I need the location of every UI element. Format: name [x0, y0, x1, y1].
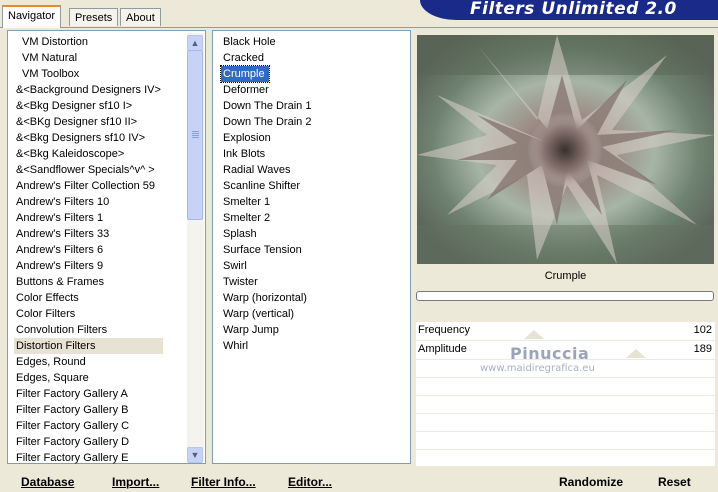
- empty-slider-slot: [416, 378, 715, 396]
- category-list-item[interactable]: &<Bkg Kaleidoscope>: [14, 146, 163, 162]
- filter-list-item[interactable]: Warp (vertical): [221, 306, 313, 322]
- category-list-item[interactable]: Filter Factory Gallery D: [14, 434, 163, 450]
- category-list-item[interactable]: Andrew's Filters 1: [14, 210, 163, 226]
- grip-icon: [192, 131, 199, 132]
- slider-label: Amplitude: [418, 343, 467, 355]
- reset-button[interactable]: Reset: [658, 475, 691, 489]
- filter-list-item[interactable]: Explosion: [221, 130, 313, 146]
- filter-info-button[interactable]: Filter Info...: [191, 475, 256, 489]
- filter-list-item[interactable]: Down The Drain 1: [221, 98, 313, 114]
- category-list-panel: VM Distortion VM Natural VM Toolbox &<Backg…: [7, 30, 206, 464]
- filter-list-item[interactable]: Crumple: [220, 65, 270, 83]
- category-list-item[interactable]: VM Toolbox: [14, 66, 163, 82]
- category-list-item[interactable]: &<Bkg Designers sf10 IV>: [14, 130, 163, 146]
- category-list-item[interactable]: &<Bkg Designer sf10 I>: [14, 98, 163, 114]
- category-list-item[interactable]: &<Background Designers IV>: [14, 82, 163, 98]
- category-scrollbar[interactable]: ▲ ▼: [187, 33, 204, 463]
- tab-about[interactable]: About: [120, 8, 161, 26]
- filter-list-item[interactable]: Swirl: [221, 258, 313, 274]
- empty-slider-slot: [416, 396, 715, 414]
- filter-list-item[interactable]: Scanline Shifter: [221, 178, 313, 194]
- category-list-item[interactable]: Andrew's Filters 9: [14, 258, 163, 274]
- selected-filter-name: Crumple: [544, 270, 587, 282]
- category-list-item[interactable]: VM Natural: [14, 50, 163, 66]
- tab-navigator[interactable]: Navigator: [2, 5, 62, 28]
- filter-list-item[interactable]: Splash: [221, 226, 313, 242]
- empty-slider-slot: [416, 414, 715, 432]
- slider-value: 189: [693, 343, 712, 355]
- slider-indicator: [524, 330, 544, 339]
- filter-list-item[interactable]: Deformer: [221, 82, 313, 98]
- filter-list-item[interactable]: Radial Waves: [221, 162, 313, 178]
- category-list-item[interactable]: Andrew's Filters 33: [14, 226, 163, 242]
- slider-frequency[interactable]: Frequency 102: [416, 322, 715, 341]
- filter-list-item[interactable]: Cracked: [221, 50, 313, 66]
- app-title: Filters Unlimited 2.0: [470, 0, 677, 19]
- watermark-name: Pinuccia: [510, 344, 590, 363]
- filter-list-item[interactable]: Whirl: [221, 338, 313, 354]
- filter-list-item[interactable]: Smelter 1: [221, 194, 313, 210]
- category-list-item[interactable]: Filter Factory Gallery A: [14, 386, 163, 402]
- watermark-url: www.maidiregrafica.eu: [480, 363, 595, 374]
- category-list-item[interactable]: Buttons & Frames: [14, 274, 163, 290]
- bottom-toolbar: Database Import... Filter Info... Editor…: [0, 466, 718, 492]
- category-list-item[interactable]: Distortion Filters: [14, 338, 163, 354]
- slider-value: 102: [693, 324, 712, 336]
- category-list-item[interactable]: Edges, Round: [14, 354, 163, 370]
- category-list-item[interactable]: Filter Factory Gallery B: [14, 402, 163, 418]
- category-list-item[interactable]: Edges, Square: [14, 370, 163, 386]
- filter-list-item[interactable]: Twister: [221, 274, 313, 290]
- slider-label: Frequency: [418, 324, 470, 336]
- filter-list-item[interactable]: Warp Jump: [221, 322, 313, 338]
- tab-divider: [0, 27, 718, 28]
- tab-presets[interactable]: Presets: [69, 8, 119, 26]
- filter-list-item[interactable]: Warp (horizontal): [221, 290, 313, 306]
- filter-list-panel: Black Hole Cracked Crumple Deformer Down The…: [212, 30, 411, 464]
- editor-button[interactable]: Editor...: [288, 475, 332, 489]
- empty-slider-slot: [416, 432, 715, 450]
- filter-list-item[interactable]: Smelter 2: [221, 210, 313, 226]
- filter-list: Black Hole Cracked Crumple Deformer Down The…: [220, 34, 313, 354]
- filter-list-item[interactable]: Surface Tension: [221, 242, 313, 258]
- scrollbar-thumb[interactable]: [187, 50, 203, 220]
- import-button[interactable]: Import...: [112, 475, 159, 489]
- category-list-item[interactable]: Andrew's Filters 6: [14, 242, 163, 258]
- filter-list-item[interactable]: Ink Blots: [221, 146, 313, 162]
- category-list-item[interactable]: Filter Factory Gallery C: [14, 418, 163, 434]
- filter-list-item[interactable]: Black Hole: [221, 34, 313, 50]
- category-list-item[interactable]: Andrew's Filters 10: [14, 194, 163, 210]
- randomize-button[interactable]: Randomize: [559, 475, 623, 489]
- category-list-item[interactable]: &<BKg Designer sf10 II>: [14, 114, 163, 130]
- preview-image: [417, 35, 714, 264]
- category-list-item[interactable]: Andrew's Filter Collection 59: [14, 178, 163, 194]
- category-list-item[interactable]: Color Filters: [14, 306, 163, 322]
- scroll-up-arrow-icon[interactable]: ▲: [187, 35, 203, 51]
- filter-list-item[interactable]: Down The Drain 2: [221, 114, 313, 130]
- category-list-item[interactable]: Filter Factory Gallery E: [14, 450, 163, 466]
- category-list: VM Distortion VM Natural VM Toolbox &<Backg…: [14, 34, 163, 466]
- slider-indicator: [626, 349, 646, 358]
- category-list-item[interactable]: VM Distortion: [14, 34, 163, 50]
- progress-bar: [416, 291, 714, 301]
- category-list-item[interactable]: Convolution Filters: [14, 322, 163, 338]
- scroll-down-arrow-icon[interactable]: ▼: [187, 447, 203, 463]
- database-button[interactable]: Database: [21, 475, 74, 489]
- category-list-item[interactable]: Color Effects: [14, 290, 163, 306]
- category-list-item[interactable]: &<Sandflower Specials^v^ >: [14, 162, 163, 178]
